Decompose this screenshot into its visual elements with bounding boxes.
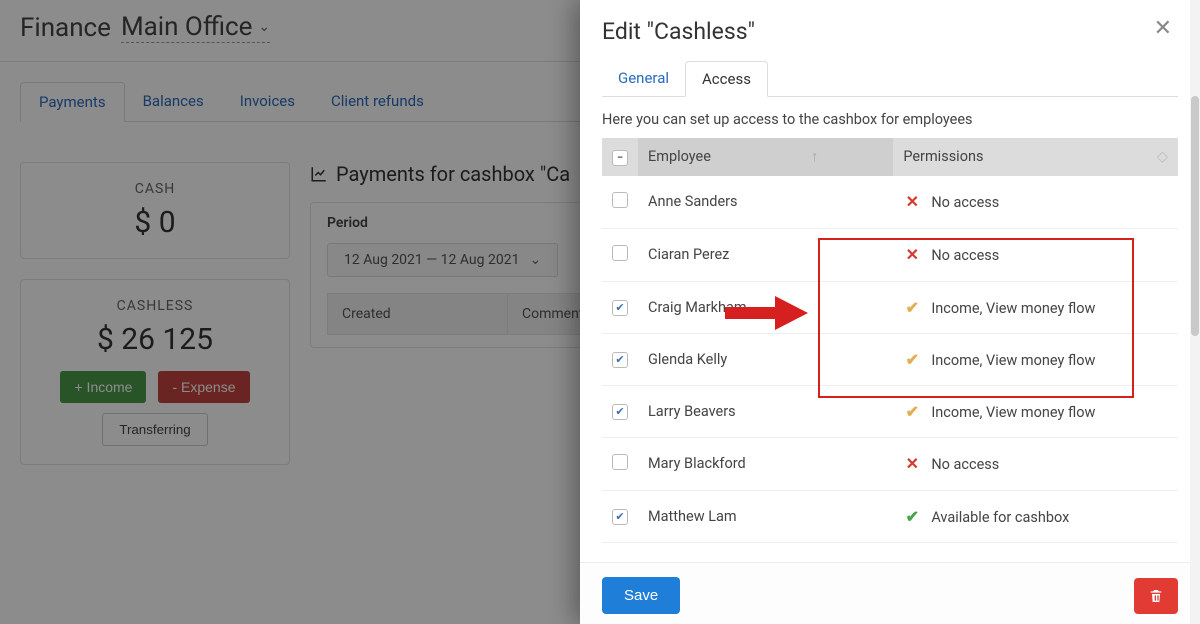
delete-button[interactable]	[1134, 578, 1178, 614]
cashbox-card-cashless[interactable]: CASHLESS $ 26 125 + Income - Expense Tra…	[20, 279, 290, 465]
table-row[interactable]: Anne Sanders✕No access	[602, 176, 1178, 229]
row-checkbox[interactable]	[612, 192, 628, 208]
permission-no-icon: ✕	[903, 454, 921, 473]
permission-part-icon: ✔	[903, 350, 921, 369]
employee-name: Mary Blackford	[638, 437, 893, 490]
cashbox-list: CASH $ 0 CASHLESS $ 26 125 + Income - Ex…	[20, 162, 290, 465]
finance-tabs: Payments Balances Invoices Client refund…	[20, 82, 580, 122]
tab-client-refunds[interactable]: Client refunds	[313, 82, 442, 121]
modal-header: Edit "Cashless" ✕	[580, 0, 1200, 61]
modal-tabs: General Access	[602, 61, 1178, 97]
employee-name: Anne Sanders	[638, 176, 893, 229]
save-button[interactable]: Save	[602, 577, 680, 614]
chevron-down-icon: ⌄	[529, 252, 541, 268]
select-all-header[interactable]	[602, 138, 638, 176]
table-row[interactable]: Larry Beavers✔Income, View money flow	[602, 385, 1178, 437]
employee-permission: ✔Income, View money flow	[893, 333, 1178, 385]
income-button[interactable]: + Income	[60, 371, 146, 403]
sort-asc-icon: ↑	[811, 148, 818, 165]
permission-no-icon: ✕	[903, 245, 921, 264]
col-permissions-label: Permissions	[903, 148, 983, 165]
cashbox-card-cash[interactable]: CASH $ 0	[20, 162, 290, 259]
chevron-down-icon: ⌄	[258, 19, 270, 35]
page-title: Finance	[20, 13, 111, 43]
location-label: Main Office	[121, 12, 252, 42]
table-row[interactable]: Matthew Lam✔Available for cashbox	[602, 490, 1178, 542]
period-value: 12 Aug 2021 — 12 Aug 2021	[344, 252, 519, 268]
table-row[interactable]: Ciaran Perez✕No access	[602, 228, 1178, 281]
employee-permission: ✔Income, View money flow	[893, 281, 1178, 333]
row-checkbox[interactable]	[612, 404, 628, 420]
employee-name: Craig Markham	[638, 281, 893, 333]
col-permissions[interactable]: Permissions ◇	[893, 138, 1178, 176]
checkbox-partial-icon[interactable]	[612, 150, 628, 166]
col-employee-label: Employee	[648, 148, 711, 165]
sort-icon: ◇	[1157, 148, 1168, 165]
row-checkbox[interactable]	[612, 454, 628, 470]
table-head-row: Employee ↑ Permissions ◇	[602, 138, 1178, 176]
cashbox-name: CASH	[33, 181, 277, 197]
tab-invoices[interactable]: Invoices	[222, 82, 313, 121]
permission-full-icon: ✔	[903, 507, 921, 526]
transferring-button[interactable]: Transferring	[102, 413, 207, 446]
period-select[interactable]: 12 Aug 2021 — 12 Aug 2021 ⌄	[327, 243, 558, 277]
row-checkbox[interactable]	[612, 509, 628, 525]
payments-title-text: Payments for cashbox "Ca	[336, 162, 570, 186]
modal-footer: Save	[580, 562, 1200, 624]
modal-tab-access[interactable]: Access	[685, 61, 768, 97]
cashbox-buttons: + Income - Expense	[33, 371, 277, 403]
close-icon[interactable]: ✕	[1154, 18, 1172, 40]
employee-permission: ✔Income, View money flow	[893, 385, 1178, 437]
permission-part-icon: ✔	[903, 402, 921, 421]
modal-body: Here you can set up access to the cashbo…	[580, 97, 1200, 562]
table-row[interactable]: Glenda Kelly✔Income, View money flow	[602, 333, 1178, 385]
cashbox-name: CASHLESS	[33, 298, 277, 314]
row-checkbox[interactable]	[612, 300, 628, 316]
table-row[interactable]: Craig Markham✔Income, View money flow	[602, 281, 1178, 333]
permission-part-icon: ✔	[903, 298, 921, 317]
employee-permission: ✕No access	[893, 176, 1178, 229]
employee-name: Glenda Kelly	[638, 333, 893, 385]
employee-access-table: Employee↑ Permissions◇ Anne Sanders✕No a…	[602, 138, 1178, 543]
row-checkbox[interactable]	[612, 245, 628, 261]
table-row[interactable]: Mary Blackford✕No access	[602, 437, 1178, 490]
col-created[interactable]: Created	[328, 294, 508, 334]
modal-tab-general[interactable]: General	[602, 61, 685, 96]
employee-permission: ✕No access	[893, 228, 1178, 281]
employee-permission: ✕No access	[893, 437, 1178, 490]
trash-icon	[1148, 588, 1164, 604]
employee-name: Ciaran Perez	[638, 228, 893, 281]
location-selector[interactable]: Main Office ⌄	[121, 12, 270, 43]
tab-payments[interactable]: Payments	[20, 82, 125, 122]
edit-cashbox-modal: Edit "Cashless" ✕ General Access Here yo…	[580, 0, 1200, 624]
tab-balances[interactable]: Balances	[125, 82, 222, 121]
cashbox-amount: $ 0	[33, 205, 277, 240]
modal-help-text: Here you can set up access to the cashbo…	[602, 111, 1178, 128]
expense-button[interactable]: - Expense	[158, 371, 249, 403]
cashbox-amount: $ 26 125	[33, 322, 277, 357]
col-employee[interactable]: Employee ↑	[638, 138, 893, 176]
chart-icon	[310, 165, 328, 183]
row-checkbox[interactable]	[612, 352, 628, 368]
modal-title: Edit "Cashless"	[602, 18, 755, 45]
employee-permission: ✔Available for cashbox	[893, 490, 1178, 542]
employee-name: Larry Beavers	[638, 385, 893, 437]
permission-no-icon: ✕	[903, 192, 921, 211]
employee-name: Matthew Lam	[638, 490, 893, 542]
